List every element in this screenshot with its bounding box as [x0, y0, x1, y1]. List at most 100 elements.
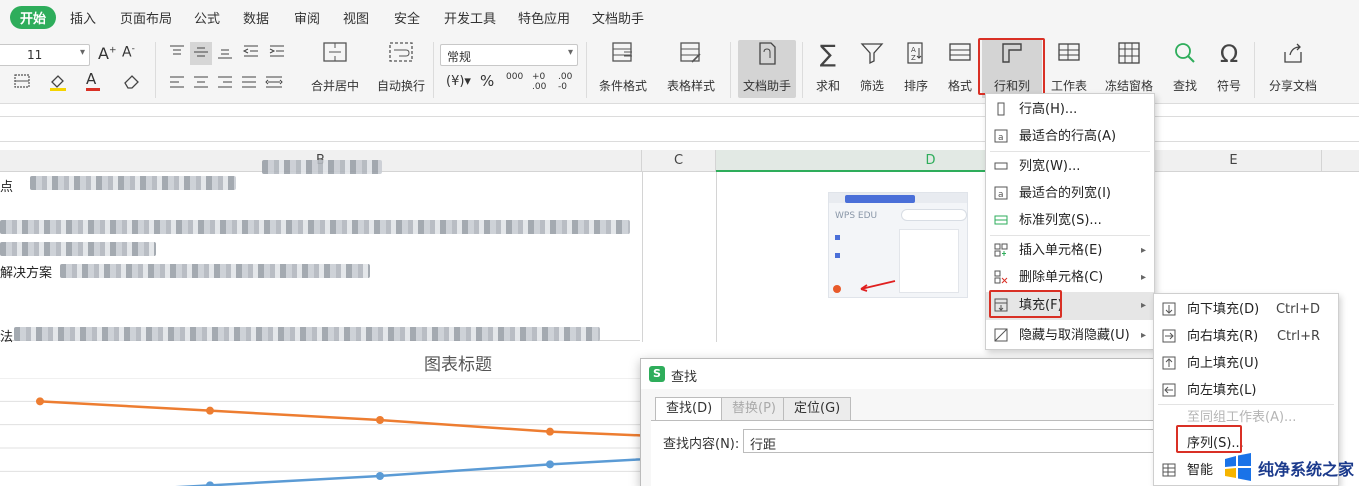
currency-icon[interactable]: (¥)▾ — [446, 74, 471, 89]
menu-item-autofit-row-height[interactable]: a 最适合的行高(A) — [986, 123, 1154, 150]
tab-formula[interactable]: 公式 — [194, 8, 220, 27]
autofit-column-icon: a — [994, 186, 1008, 200]
merge-center-icon — [323, 42, 347, 62]
auto-wrap-label: 自动换行 — [376, 79, 425, 93]
dialog-tab-replace[interactable]: 替换(P) — [721, 397, 787, 421]
menu-item-label: 智能 — [1187, 463, 1214, 478]
menu-item-standard-column-width[interactable]: 标准列宽(S)... — [986, 207, 1154, 234]
dialog-tab-goto[interactable]: 定位(G) — [783, 397, 852, 421]
blurred-text — [262, 160, 382, 174]
justify-icon[interactable] — [240, 74, 258, 93]
align-top-icon[interactable] — [168, 44, 186, 63]
border-icon[interactable] — [14, 74, 32, 93]
find-button[interactable]: 查找 — [1164, 40, 1206, 98]
wrap-text-icon — [389, 42, 413, 62]
eraser-icon[interactable] — [122, 72, 142, 93]
shortcut-label: Ctrl+R — [1276, 329, 1320, 344]
font-shrink-icon[interactable]: A- — [122, 44, 135, 61]
find-dialog: S 查找 查找(D) 替换(P) 定位(G) 查找内容(N): 行距 — [640, 358, 1180, 486]
blurred-text — [0, 242, 156, 256]
formula-bar[interactable] — [0, 116, 1359, 142]
font-size-combo[interactable]: 11 ▾ — [0, 44, 90, 66]
decrease-decimal-icon[interactable]: .00 -0 — [558, 72, 572, 92]
increase-decimal-icon[interactable]: +0.00 — [532, 72, 546, 92]
tab-view[interactable]: 视图 — [343, 8, 369, 27]
tab-review[interactable]: 审阅 — [294, 8, 320, 27]
worksheet-button[interactable]: 工作表 — [1044, 40, 1094, 98]
indent-decrease-icon[interactable] — [242, 44, 260, 63]
search-icon — [1175, 43, 1195, 63]
dialog-tab-find[interactable]: 查找(D) — [655, 397, 724, 421]
tab-data[interactable]: 数据 — [243, 8, 269, 27]
thumb-dot — [835, 235, 840, 240]
ribbon: 11 ▾ A+ A- A 合并居中 自动换行 常规 ▾ (¥)▾ % 000 +… — [0, 34, 1359, 104]
thumb-dot — [835, 253, 840, 258]
find-content-value: 行距 — [750, 438, 777, 453]
menu-item-fill-down[interactable]: 向下填充(D) Ctrl+D — [1154, 296, 1338, 323]
menu-item-label: 最适合的行高(A) — [1019, 129, 1117, 144]
table-style-button[interactable]: 表格样式 — [660, 40, 722, 98]
font-color-icon[interactable]: A — [86, 70, 100, 91]
symbol-button[interactable]: Ω 符号 — [1208, 40, 1250, 98]
tab-insert[interactable]: 插入 — [70, 8, 96, 27]
tab-start[interactable]: 开始 — [10, 6, 57, 29]
menu-item-column-width[interactable]: 列宽(W)... — [986, 153, 1154, 180]
table-style-label: 表格样式 — [666, 79, 715, 93]
distribute-icon[interactable] — [264, 74, 284, 93]
align-middle-icon[interactable] — [190, 42, 212, 65]
symbol-label: 符号 — [1216, 79, 1241, 93]
merge-center-button[interactable]: 合并居中 — [300, 40, 370, 98]
menu-item-hide-unhide[interactable]: 隐藏与取消隐藏(U) ▸ — [986, 322, 1154, 349]
indent-increase-icon[interactable] — [268, 44, 286, 63]
auto-wrap-button[interactable]: 自动换行 — [372, 40, 430, 98]
sum-button[interactable]: ∑ 求和 — [808, 40, 848, 98]
tab-page-layout[interactable]: 页面布局 — [120, 8, 172, 27]
share-doc-button[interactable]: 分享文档 — [1262, 40, 1324, 98]
chart-point-0-2 — [376, 416, 384, 424]
column-header-e[interactable]: E — [1146, 150, 1322, 172]
chevron-right-icon: ▸ — [1140, 300, 1146, 311]
menu-item-label: 行高(H)... — [1019, 102, 1078, 117]
tab-security[interactable]: 安全 — [394, 8, 420, 27]
filter-button[interactable]: 筛选 — [852, 40, 892, 98]
menu-item-fill-left[interactable]: 向左填充(L) — [1154, 377, 1338, 404]
menu-item-label: 插入单元格(E) — [1019, 243, 1103, 258]
tab-special[interactable]: 特色应用 — [518, 8, 570, 27]
find-content-input[interactable]: 行距 — [743, 429, 1163, 453]
font-size-value: 11 — [27, 48, 43, 62]
fill-color-icon[interactable] — [48, 72, 68, 95]
tab-developer[interactable]: 开发工具 — [444, 8, 496, 27]
ribbon-separator — [730, 42, 731, 98]
percent-icon[interactable]: % — [480, 72, 494, 90]
freeze-panes-icon — [1118, 42, 1140, 64]
dialog-titlebar[interactable]: S 查找 — [641, 359, 1179, 389]
menu-item-insert-cells[interactable]: 插入单元格(E) ▸ — [986, 237, 1154, 264]
thousands-icon[interactable]: 000 — [506, 72, 523, 82]
menu-item-fill-right[interactable]: 向右填充(R) Ctrl+R — [1154, 323, 1338, 350]
column-header-c[interactable]: C — [642, 150, 716, 172]
align-center-icon[interactable] — [192, 74, 210, 93]
freeze-panes-label: 冻结窗格 — [1104, 79, 1153, 93]
column-width-icon — [994, 162, 1008, 170]
conditional-format-button[interactable]: 条件格式 — [592, 40, 654, 98]
menu-item-autofit-column-width[interactable]: a 最适合的列宽(I) — [986, 180, 1154, 207]
svg-text:A: A — [911, 46, 916, 54]
sort-button[interactable]: AZ 排序 — [896, 40, 936, 98]
align-bottom-icon[interactable] — [216, 44, 234, 63]
align-right-icon[interactable] — [216, 74, 234, 93]
merge-center-label: 合并居中 — [310, 79, 359, 93]
menu-item-fill-up[interactable]: 向上填充(U) — [1154, 350, 1338, 377]
tab-doc-assistant[interactable]: 文档助手 — [592, 8, 644, 27]
number-format-combo[interactable]: 常规 ▾ — [440, 44, 578, 66]
doc-assistant-button[interactable]: 文档助手 — [738, 40, 796, 98]
menu-item-delete-cells[interactable]: 删除单元格(C) ▸ — [986, 264, 1154, 291]
format-button[interactable]: 格式 — [940, 40, 980, 98]
font-grow-icon[interactable]: A+ — [98, 44, 117, 63]
menu-item-row-height[interactable]: 行高(H)... — [986, 96, 1154, 123]
menu-item-label: 隐藏与取消隐藏(U) — [1019, 328, 1130, 343]
svg-text:a: a — [998, 133, 1004, 143]
chevron-right-icon: ▸ — [1140, 330, 1146, 341]
freeze-panes-button[interactable]: 冻结窗格 — [1098, 40, 1160, 98]
sort-icon: AZ — [907, 42, 923, 64]
align-left-icon[interactable] — [168, 74, 186, 93]
